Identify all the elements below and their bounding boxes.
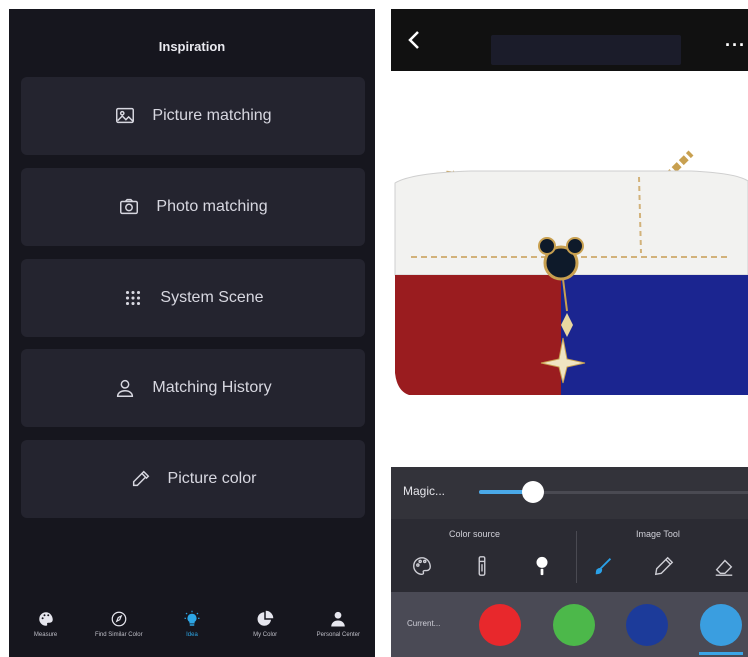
title-placeholder xyxy=(491,35,681,65)
current-colors-row: Current... xyxy=(391,592,748,657)
product-image xyxy=(394,150,748,395)
nav-label: Personal Center xyxy=(316,632,361,638)
divider xyxy=(576,531,577,583)
editor-panel: Magic... Color source Image Tool Current… xyxy=(391,467,748,657)
nav-find-similar-color[interactable]: Find Similar Color xyxy=(84,604,154,657)
nav-personal-center[interactable]: Personal Center xyxy=(303,604,373,657)
picture-color-button[interactable]: Picture color xyxy=(21,440,365,518)
bottom-nav: Measure Find Similar Color Idea My Color xyxy=(9,604,375,657)
lightbulb-icon xyxy=(184,610,200,626)
nav-idea[interactable]: Idea xyxy=(157,604,227,657)
color-swatch[interactable] xyxy=(553,604,595,646)
nav-label: Idea xyxy=(186,632,198,638)
color-swatch[interactable] xyxy=(700,604,742,646)
color-swatch[interactable] xyxy=(479,604,521,646)
picture-matching-button[interactable]: Picture matching xyxy=(21,77,365,155)
current-label: Current... xyxy=(407,619,441,628)
camera-icon xyxy=(120,198,139,215)
menu-label: Photo matching xyxy=(156,198,268,215)
menu-label: Picture matching xyxy=(152,107,272,124)
person-icon xyxy=(331,611,346,627)
selected-swatch-indicator xyxy=(699,652,743,655)
nav-my-color[interactable]: My Color xyxy=(230,604,300,657)
brush-icon[interactable] xyxy=(593,555,615,577)
menu-label: Picture color xyxy=(167,470,257,487)
palette-icon xyxy=(38,612,53,626)
more-options-icon[interactable]: ··· xyxy=(725,35,746,56)
inspiration-screen: Inspiration Picture matching Photo match… xyxy=(9,9,375,657)
compass-icon xyxy=(111,611,127,627)
nav-label: My Color xyxy=(253,632,278,638)
image-icon xyxy=(116,107,135,124)
color-source-label: Color source xyxy=(449,529,501,539)
palette-icon[interactable] xyxy=(411,555,433,577)
picture-color-screen: ··· Magic... Color source Image Tool Cur… xyxy=(391,9,748,657)
grid-dots-icon xyxy=(126,290,141,306)
pin-icon[interactable] xyxy=(531,555,553,577)
pie-chart-icon xyxy=(257,610,274,626)
back-arrow-icon[interactable] xyxy=(403,27,425,53)
page-title: Inspiration xyxy=(158,39,226,54)
tools-row: Color source Image Tool xyxy=(391,519,748,592)
menu-label: Matching History xyxy=(152,379,272,396)
system-scene-button[interactable]: System Scene xyxy=(21,259,365,337)
magic-slider-thumb[interactable] xyxy=(522,481,544,503)
nav-measure[interactable]: Measure xyxy=(11,604,81,657)
eraser-icon[interactable] xyxy=(713,555,735,577)
image-tool-label: Image Tool xyxy=(636,529,680,539)
magic-label: Magic... xyxy=(403,484,446,498)
photo-matching-button[interactable]: Photo matching xyxy=(21,168,365,246)
matching-history-button[interactable]: Matching History xyxy=(21,349,365,427)
top-bar: ··· xyxy=(391,9,748,71)
magic-row: Magic... xyxy=(391,467,748,519)
tube-icon[interactable] xyxy=(471,555,493,577)
eyedropper-icon xyxy=(132,470,149,487)
nav-label: Find Similar Color xyxy=(94,632,143,638)
color-swatch[interactable] xyxy=(626,604,668,646)
person-icon xyxy=(117,379,134,397)
menu-label: System Scene xyxy=(160,289,264,306)
pencil-icon[interactable] xyxy=(653,555,675,577)
nav-label: Measure xyxy=(33,632,58,638)
